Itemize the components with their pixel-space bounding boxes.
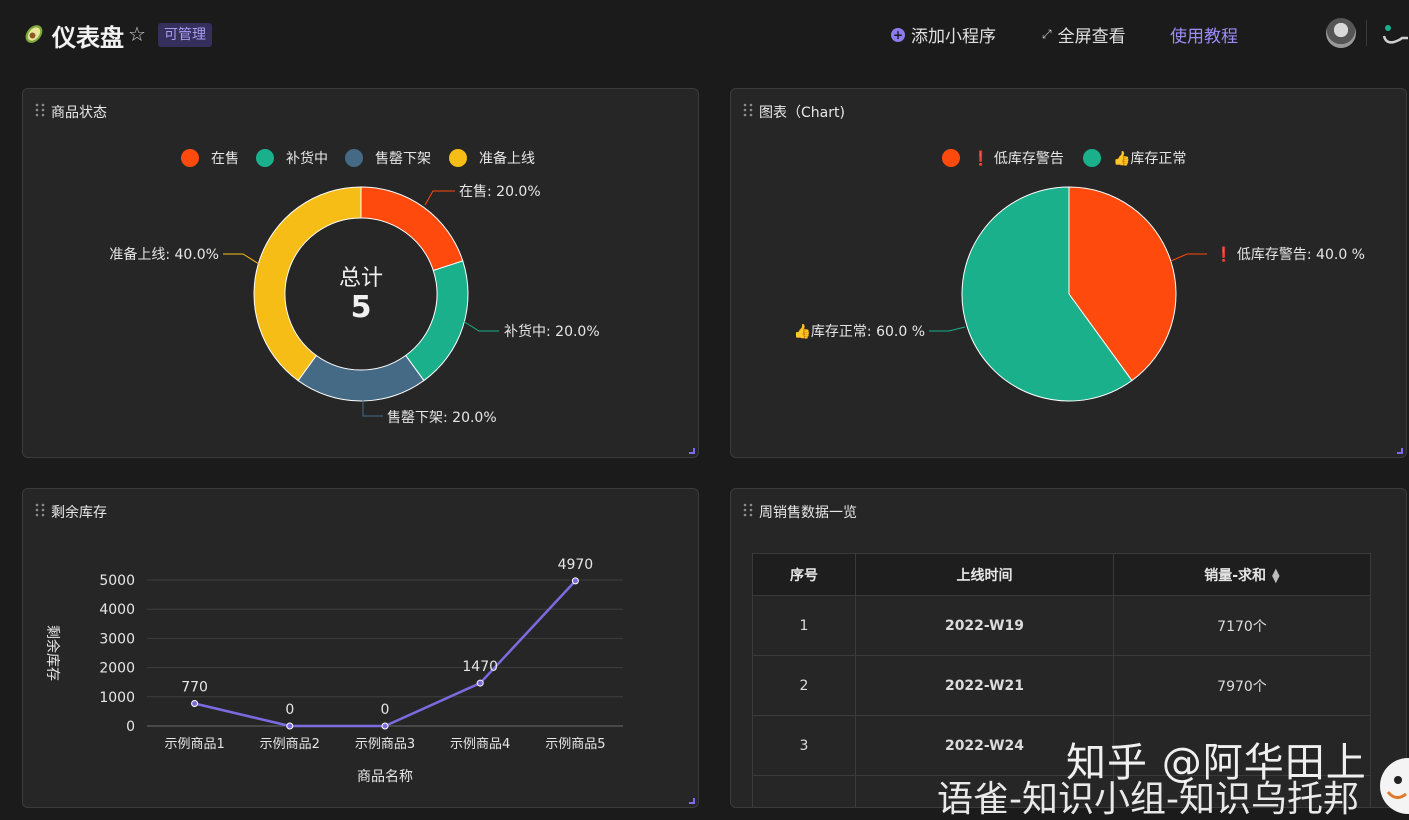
cell-week: 2022-W21: [855, 655, 1114, 716]
resize-handle[interactable]: [689, 798, 695, 804]
status-donut-chart: 在售: 20.0% 补货中: 20.0% 售罄下架: 20.0% 准备上线: 4…: [109, 184, 600, 426]
x-tick-label: 示例商品5: [545, 737, 605, 752]
leader-line-restocking: [462, 320, 499, 332]
slice-label-low-stock: ❗ 低库存警告: 40.0 %: [1215, 246, 1365, 263]
table-row[interactable]: 2 2022-W21 7970个: [752, 655, 1371, 716]
drag-handle-icon[interactable]: [743, 503, 753, 517]
x-tick-label: 示例商品3: [355, 737, 415, 752]
column-header-label: 销量-求和: [1204, 567, 1267, 584]
status-slice-1[interactable]: [404, 260, 469, 382]
data-point[interactable]: [191, 700, 199, 708]
cell-index: [752, 775, 856, 807]
column-header-sales-sum[interactable]: 销量-求和 ▲ ▼: [1113, 553, 1371, 596]
resize-handle[interactable]: [1397, 448, 1403, 454]
leader-line-on-sale: [424, 190, 455, 206]
y-tick-label: 3000: [99, 631, 135, 647]
header: 仪表盘 ☆ 可管理 + 添加小程序 ⤢ 全屏查看 使用教程: [0, 0, 1409, 70]
slice-label-on-sale: 在售: 20.0%: [459, 184, 541, 200]
add-mini-program-button[interactable]: + 添加小程序: [891, 22, 996, 47]
share-link-icon[interactable]: [1380, 22, 1409, 46]
slice-label-restocking: 补货中: 20.0%: [504, 323, 600, 340]
resize-handle[interactable]: [689, 448, 695, 454]
data-label: 770: [181, 680, 208, 696]
data-label: 1470: [462, 659, 498, 675]
cell-sales: 7970个: [1113, 655, 1371, 716]
cell-week: 2022-W19: [855, 595, 1114, 656]
slice-label-normal-stock: 👍库存正常: 60.0 %: [793, 323, 925, 340]
add-mini-program-label: 添加小程序: [911, 27, 996, 47]
x-tick-label: 示例商品1: [164, 737, 224, 752]
slice-label-sold-out: 售罄下架: 20.0%: [387, 410, 497, 426]
data-point[interactable]: [381, 722, 389, 730]
donut-center-value: 5: [351, 290, 372, 325]
data-point[interactable]: [286, 722, 294, 730]
y-tick-label: 0: [126, 719, 135, 735]
watermark-yuque: 语雀-知识小组-知识乌托邦: [937, 779, 1359, 820]
data-label: 4970: [558, 557, 594, 573]
avatar[interactable]: [1326, 18, 1356, 48]
stock-line-chart: 0 1000 2000 3000 4000 5000 示例商品1 示例商品2 示例商品3 示例商品…: [44, 557, 623, 785]
fullscreen-label: 全屏查看: [1057, 27, 1126, 47]
cell-index: 2: [752, 655, 856, 716]
stock-pie-chart: ❗ 低库存警告: 40.0 % 👍库存正常: 60.0 %: [793, 186, 1365, 402]
plus-icon: +: [891, 27, 905, 42]
y-tick-label: 1000: [99, 690, 135, 706]
y-tick-label: 4000: [99, 602, 135, 618]
y-tick-label: 5000: [99, 573, 135, 589]
column-header-launch-time[interactable]: 上线时间: [855, 553, 1114, 596]
data-label: 0: [381, 702, 390, 718]
avocado-icon: [25, 25, 43, 43]
y-axis-title: 剩余库存: [44, 625, 61, 681]
stock-alert-pie-card: 图表（Chart) ❗ 低库存警告 👍库存正常 ❗ 低库存警告: 40.0 % …: [730, 88, 1407, 458]
data-label: 0: [285, 702, 294, 718]
donut-center-label: 总计: [339, 266, 383, 291]
data-point[interactable]: [571, 577, 579, 585]
favorite-star-icon[interactable]: ☆: [128, 22, 146, 46]
leader-line-low-stock: [1170, 253, 1207, 262]
product-status-card: 商品状态 在售 补货中 售罄下架 准备上线 在售: 20.0% 补货中: 20.…: [22, 88, 699, 458]
sort-icon[interactable]: ▲ ▼: [1272, 567, 1280, 584]
table-header-row: 序号 上线时间 销量-求和 ▲ ▼: [752, 553, 1371, 596]
cell-sales: 7170个: [1113, 595, 1371, 656]
fullscreen-button[interactable]: ⤢ 全屏查看: [1042, 22, 1126, 47]
tutorial-link[interactable]: 使用教程: [1170, 22, 1238, 47]
x-axis-title: 商品名称: [357, 769, 413, 785]
table-row[interactable]: 1 2022-W19 7170个: [752, 595, 1371, 656]
remaining-stock-card: 剩余库存 0 1000 2000 3000 4000 5000 示例商品1 示例商品2 示例商品…: [22, 488, 699, 808]
cell-index: 1: [752, 595, 856, 656]
slice-label-coming-soon: 准备上线: 40.0%: [109, 246, 219, 263]
header-divider: [1366, 20, 1367, 46]
x-tick-label: 示例商品2: [260, 737, 320, 752]
column-header-index[interactable]: 序号: [752, 553, 856, 596]
card-title: 周销售数据一览: [759, 505, 857, 521]
x-tick-label: 示例商品4: [450, 737, 510, 752]
cell-index: 3: [752, 715, 856, 776]
leader-line-normal-stock: [929, 326, 966, 332]
mascot-icon: [1380, 758, 1409, 814]
status-slice-2[interactable]: [297, 354, 425, 402]
status-slice-0[interactable]: [360, 186, 464, 272]
permission-badge: 可管理: [158, 23, 212, 47]
y-tick-label: 2000: [99, 661, 135, 677]
leader-line-coming-soon: [223, 253, 260, 265]
data-point[interactable]: [476, 679, 484, 687]
fullscreen-icon: ⤢: [1042, 27, 1052, 41]
page-title: 仪表盘: [52, 24, 124, 52]
